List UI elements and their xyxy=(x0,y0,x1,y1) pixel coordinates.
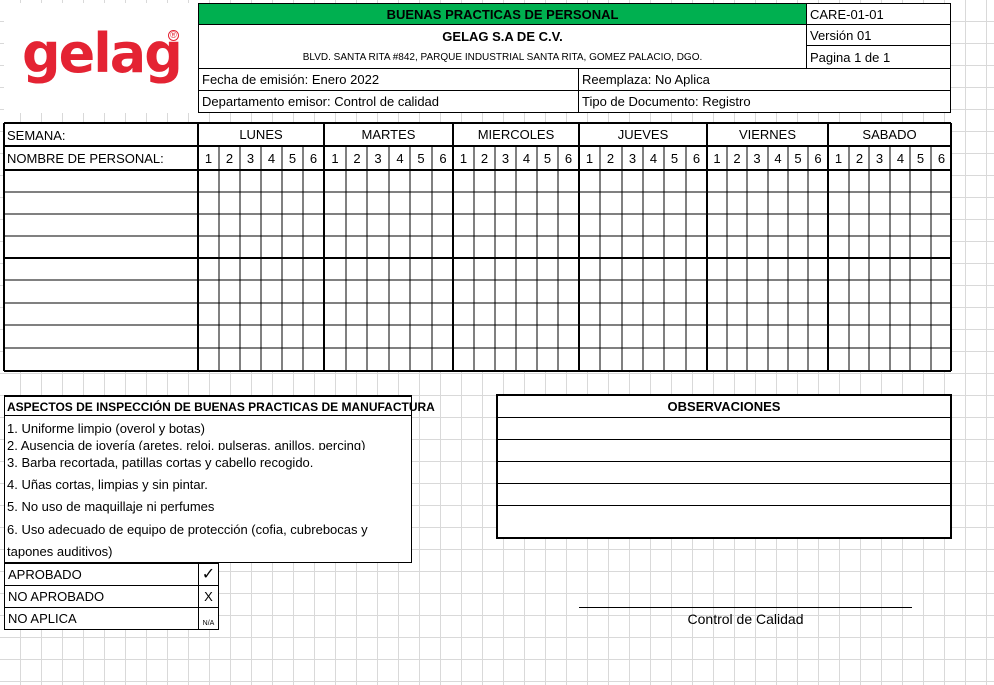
slot-number: 2 xyxy=(353,151,361,166)
slot-number: 2 xyxy=(480,151,489,166)
document-type: Tipo de Documento: Registro xyxy=(578,90,951,113)
day-header-lunes: LUNES xyxy=(239,127,283,142)
slot-number: 3 xyxy=(246,151,255,166)
personnel-name-cell[interactable] xyxy=(5,215,197,235)
slot-number: 3 xyxy=(501,151,510,166)
slot-number: 4 xyxy=(896,151,905,166)
day-header-viernes: VIERNES xyxy=(738,127,797,142)
document-version: Versión 01 xyxy=(806,24,951,46)
slot-number: 6 xyxy=(309,151,318,166)
issuing-department: Departamento emisor: Control de calidad xyxy=(198,90,579,113)
inspection-item: 6. Uso adecuado de equipo de protección … xyxy=(7,522,368,537)
inspection-item: tapones auditivos) xyxy=(7,544,113,559)
slot-number: 4 xyxy=(774,151,782,166)
slot-number: 1 xyxy=(204,151,213,166)
gelag-logo: gelag ® xyxy=(22,22,183,92)
slot-number: 2 xyxy=(606,151,615,166)
slot-number: 3 xyxy=(753,151,761,166)
personnel-name-cell[interactable] xyxy=(5,259,197,279)
slot-number: 5 xyxy=(543,151,552,166)
slot-number: 6 xyxy=(814,151,822,166)
personnel-name-cell[interactable] xyxy=(5,281,197,302)
signature-label: Control de Calidad xyxy=(687,611,804,627)
company-name: GELAG S.A DE C.V. xyxy=(198,24,807,48)
personnel-name-cell[interactable] xyxy=(5,237,197,257)
not-applicable-symbol: N/A xyxy=(198,607,219,630)
logo-text: gelag xyxy=(22,22,183,85)
slot-number: 2 xyxy=(225,151,234,166)
day-header-martes: MARTES xyxy=(361,127,416,142)
slot-number: 6 xyxy=(439,151,447,166)
slot-number: 5 xyxy=(417,151,425,166)
issue-date: Fecha de emisión: Enero 2022 xyxy=(198,68,579,91)
personnel-name-cell[interactable] xyxy=(5,171,197,191)
slot-number: 5 xyxy=(670,151,679,166)
observation-line[interactable] xyxy=(497,483,951,505)
day-header-jueves: JUEVES xyxy=(617,127,669,142)
day-header-sabado: SABADO xyxy=(862,127,917,142)
inspection-item: 3. Barba recortada, patillas cortas y ca… xyxy=(7,455,314,470)
slot-number: 1 xyxy=(713,151,721,166)
legend-approved-label: APROBADO xyxy=(4,563,199,586)
observations-title: OBSERVACIONES xyxy=(667,399,781,414)
slot-number: 4 xyxy=(649,151,658,166)
personnel-name-cell[interactable] xyxy=(5,193,197,213)
personnel-name-cell[interactable] xyxy=(5,326,197,347)
slot-number: 3 xyxy=(628,151,637,166)
slot-number: 1 xyxy=(834,151,843,166)
company-address: BLVD. SANTA RITA #842, PARQUE INDUSTRIAL… xyxy=(198,47,807,69)
slot-number: 1 xyxy=(459,151,468,166)
observation-line[interactable] xyxy=(497,417,951,439)
observation-line[interactable] xyxy=(497,505,951,538)
inspection-title-divider xyxy=(4,415,412,416)
slot-number: 4 xyxy=(522,151,531,166)
document-title: BUENAS PRACTICAS DE PERSONAL xyxy=(198,3,807,25)
inspection-item: 1. Uniforme limpio (overol y botas) xyxy=(7,421,205,436)
observation-line[interactable] xyxy=(497,461,951,483)
slot-number: 6 xyxy=(564,151,573,166)
slot-number: 5 xyxy=(916,151,925,166)
day-header-miercoles: MIERCOLES xyxy=(477,127,555,142)
inspection-list: 1. Uniforme limpio (overol y botas) 2. A… xyxy=(7,417,407,562)
week-label: SEMANA: xyxy=(7,128,66,143)
personnel-name-cell[interactable] xyxy=(5,304,197,324)
slot-number: 4 xyxy=(267,151,276,166)
not-approved-x-icon: X xyxy=(198,585,219,608)
observation-line[interactable] xyxy=(497,439,951,461)
slot-number: 2 xyxy=(855,151,864,166)
document-code: CARE-01-01 xyxy=(806,3,951,25)
inspection-title: ASPECTOS DE INSPECCIÓN DE BUENAS PRACTIC… xyxy=(7,400,435,414)
slot-number: 1 xyxy=(585,151,594,166)
slot-number: 3 xyxy=(875,151,884,166)
slot-number: 2 xyxy=(733,151,741,166)
personnel-name-label: NOMBRE DE PERSONAL: xyxy=(7,151,164,166)
legend-not-approved-label: NO APROBADO xyxy=(4,585,199,608)
slot-number: 4 xyxy=(396,151,404,166)
page-number: Pagina 1 de 1 xyxy=(806,45,951,69)
slot-number: 3 xyxy=(374,151,382,166)
replaces: Reemplaza: No Aplica xyxy=(578,68,951,91)
slot-number: 1 xyxy=(331,151,339,166)
approved-check-icon: ✓ xyxy=(198,563,219,586)
inspection-item: 2. Ausencia de joyería (aretes, reloj, p… xyxy=(7,438,366,450)
slot-number: 5 xyxy=(288,151,297,166)
slot-number: 6 xyxy=(692,151,701,166)
signature-line xyxy=(579,607,912,608)
inspection-item: 4. Uñas cortas, limpias y sin pintar. xyxy=(7,477,208,492)
registered-mark-icon: ® xyxy=(168,30,179,41)
slot-number: 5 xyxy=(794,151,802,166)
inspection-item: 5. No uso de maquillaje ni perfumes xyxy=(7,499,215,514)
legend-not-applicable-label: NO APLICA xyxy=(4,607,199,630)
slot-number: 6 xyxy=(937,151,946,166)
personnel-name-cell[interactable] xyxy=(5,349,197,370)
